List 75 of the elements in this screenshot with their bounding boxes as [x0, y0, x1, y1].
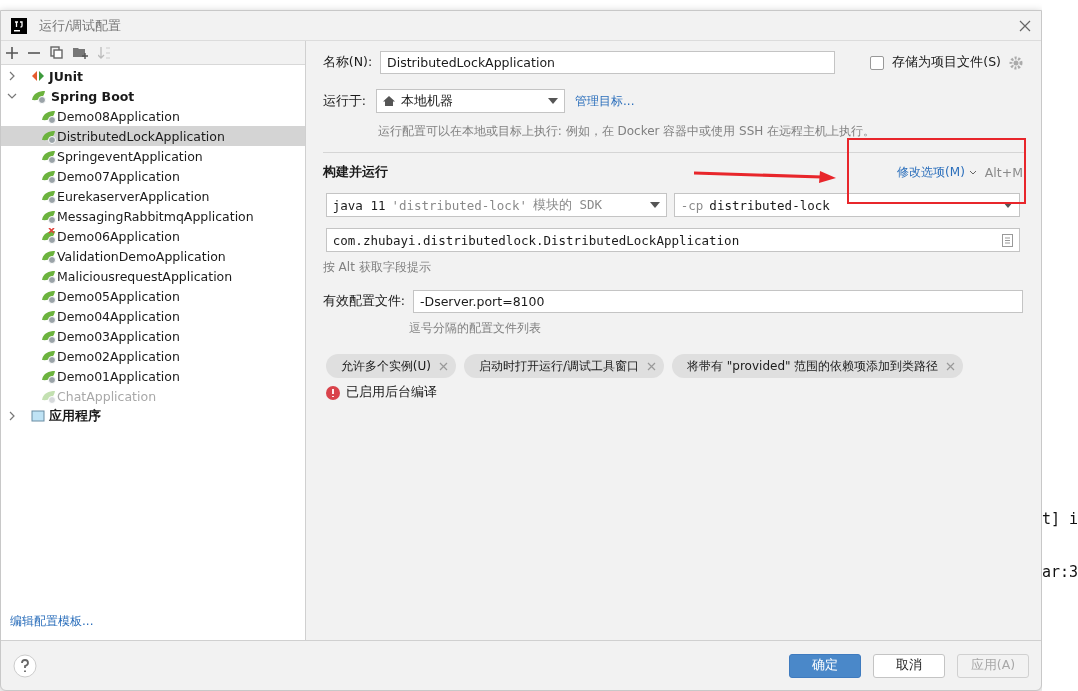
tree-item-label[interactable]: Demo04Application [57, 308, 180, 324]
spring-leaf-icon [41, 268, 57, 284]
spring-leaf-icon [41, 128, 57, 144]
ok-button[interactable]: 确定 [789, 653, 861, 678]
junit-icon [31, 69, 45, 83]
warning-text: 已启用后台编译 [345, 384, 437, 401]
spring-leaf-icon [41, 208, 57, 224]
spring-leaf-icon [41, 308, 57, 324]
tree-group-label[interactable]: JUnit [49, 68, 83, 84]
window-title: 运行/调试配置 [39, 16, 123, 35]
name-field[interactable]: DistributedLockApplication [380, 51, 836, 74]
code-line: t] i [1042, 510, 1078, 528]
spring-leaf-icon [41, 148, 57, 164]
dropdown-caret-icon [1002, 202, 1013, 208]
new-folder-icon[interactable] [73, 46, 88, 59]
store-as-file-label: 存储为项目文件(S) [892, 54, 1001, 71]
tree-item-label[interactable]: Demo06Application [57, 228, 180, 244]
run-on-hint: 运行配置可以在本地或目标上执行: 例如，在 Docker 容器中或使用 SSH 在远程主机上执行。 [377, 123, 876, 140]
chevron-down-icon [968, 170, 977, 175]
classpath-dropdown[interactable]: -cp distributed-lock [673, 193, 1020, 217]
spring-leaf-icon [41, 368, 57, 384]
tree-item-label[interactable]: Demo02Application [57, 348, 180, 364]
spring-leaf-icon [41, 168, 57, 184]
window-icon [31, 409, 45, 423]
alt-hint: 按 Alt 获取字段提示 [322, 259, 431, 276]
shortcut-hint: Alt+M [984, 165, 1023, 180]
tree-item-label[interactable]: EurekaserverApplication [57, 188, 210, 204]
tree-item-label[interactable]: Demo05Application [57, 288, 180, 304]
main-class-field[interactable]: com.zhubayi.distributedlock.DistributedLockApplication [325, 228, 1020, 252]
spring-error-icon [41, 228, 57, 244]
tree-item-label[interactable]: ValidationDemoApplication [57, 248, 226, 264]
dropdown-caret-icon [649, 202, 660, 208]
spring-leaf-icon [41, 108, 57, 124]
home-icon [383, 95, 395, 107]
spring-leaf-icon [41, 188, 57, 204]
run-on-label: 运行于: [322, 92, 366, 110]
tree-item-label[interactable]: Demo08Application [57, 108, 180, 124]
profiles-field[interactable]: -Dserver.port=8100 [413, 290, 1023, 313]
tree-item-label[interactable]: Demo03Application [57, 328, 180, 344]
help-icon[interactable] [13, 653, 37, 678]
profiles-hint: 逗号分隔的配置文件列表 [408, 320, 541, 337]
checkbox[interactable] [870, 55, 885, 70]
modify-options-link[interactable]: 修改选项(M) [897, 164, 977, 181]
spring-leaf-icon [41, 248, 57, 264]
spring-leaf-icon [41, 288, 57, 304]
profiles-label: 有效配置文件: [322, 293, 405, 310]
edit-templates-link[interactable]: 编辑配置模板... [10, 614, 94, 628]
option-chip[interactable]: 将带有 "provided" 范围的依赖项添加到类路径 [672, 354, 964, 378]
dropdown-caret-icon [548, 98, 558, 104]
section-title: 构建并运行 [322, 164, 388, 181]
app-logo-icon [11, 17, 27, 34]
tree-item-label[interactable]: SpringeventApplication [57, 148, 203, 164]
close-icon[interactable] [1019, 19, 1031, 32]
tree-item-label[interactable]: MaliciousrequestApplication [57, 268, 233, 284]
tree-group-label[interactable]: Spring Boot [51, 88, 135, 104]
tree-item-label[interactable]: MessagingRabbitmqApplication [57, 208, 254, 224]
manage-targets-link[interactable]: 管理目标... [575, 92, 635, 110]
spring-leaf-icon [41, 348, 57, 364]
option-chip[interactable]: 启动时打开运行/调试工具窗口 [463, 354, 664, 378]
code-line: ar:3 [1042, 563, 1078, 581]
sdk-dropdown[interactable]: java 11 'distributed-lock' 模块的 SDK [325, 193, 667, 217]
document-icon[interactable] [1001, 233, 1013, 247]
spring-leaf-icon [41, 388, 57, 404]
tree-group-label[interactable]: 应用程序 [49, 407, 101, 425]
run-on-dropdown[interactable]: 本地机器 [376, 89, 565, 113]
name-label: 名称(N): [322, 54, 373, 71]
tree-item-label[interactable]: Demo01Application [57, 368, 180, 384]
spring-leaf-icon [31, 88, 47, 104]
error-icon [325, 385, 340, 400]
tree-item-label[interactable]: Demo07Application [57, 168, 180, 184]
dialog-button[interactable]: 取消 [873, 653, 945, 678]
copy-icon[interactable] [50, 46, 63, 59]
option-chip[interactable]: 允许多个实例(U) [325, 354, 456, 378]
add-icon[interactable] [6, 46, 18, 59]
spring-leaf-icon [41, 328, 57, 344]
